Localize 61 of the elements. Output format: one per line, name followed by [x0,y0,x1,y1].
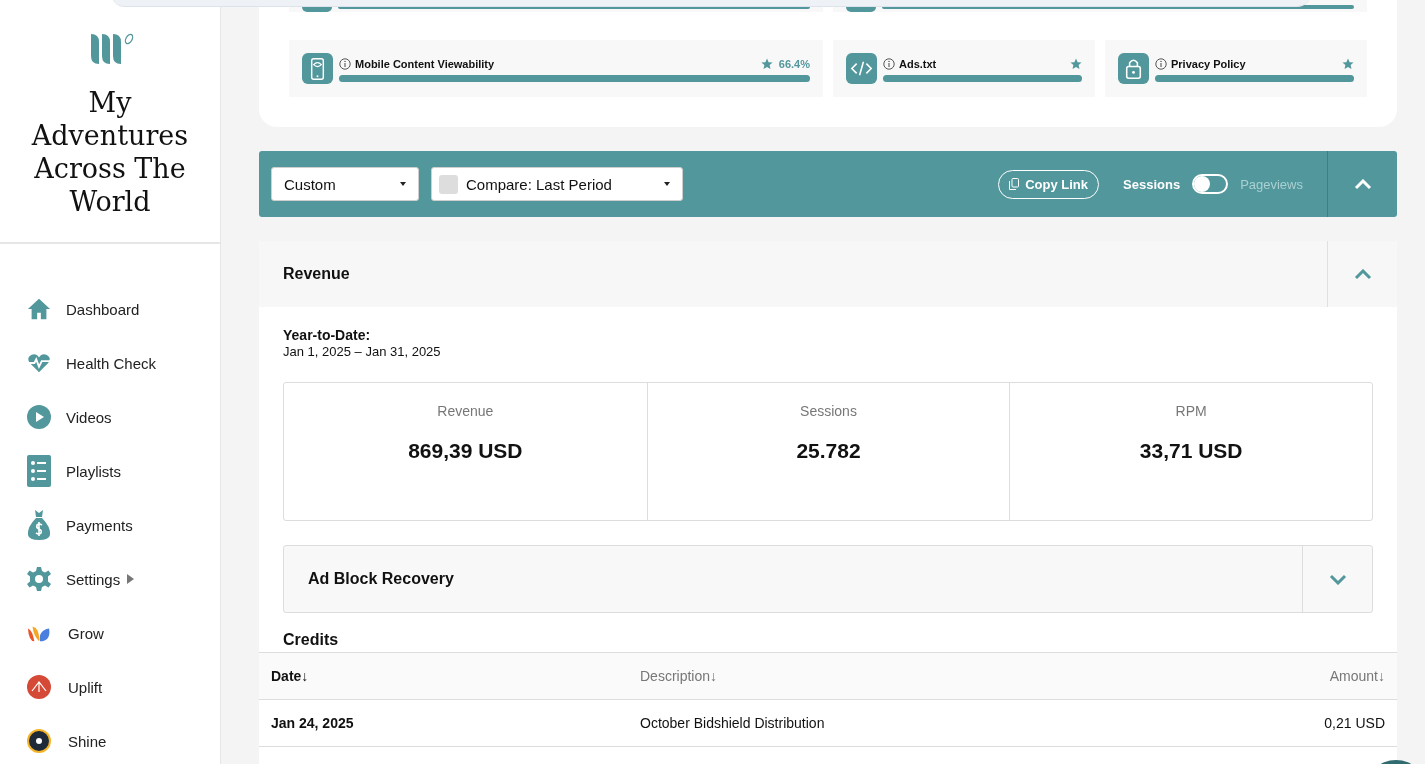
stat-value: 25.782 [796,439,861,463]
table-cell: October Bidshield Distribution [639,699,1183,747]
nav-item[interactable]: Settings [0,552,220,606]
compare-dropdown[interactable]: Compare: Last Period [431,167,683,201]
uplift-icon [27,675,51,699]
table-cell: 0,21 USD [1182,699,1397,747]
star-icon [1342,57,1354,70]
checklist-icon [27,455,51,487]
check-label: Privacy Policy [1171,57,1246,70]
stat-label: RPM [1175,403,1207,419]
info-icon[interactable] [883,57,895,70]
stat-label: Revenue [437,403,494,419]
nav-item[interactable]: Playlists [0,444,220,498]
panel-title: Ad Block Recovery [307,570,455,588]
site-title: My Adventures Across The World [30,86,190,218]
stat-value: 33,71 USD [1139,439,1243,463]
nav-item[interactable]: Videos [0,390,220,444]
lock-icon [1118,53,1149,84]
caret-icon [664,182,670,186]
info-icon[interactable] [339,57,351,70]
heartbeat-icon [27,351,51,375]
home-icon [27,297,51,321]
panel-title: Revenue [282,265,351,283]
period-label: Year-to-Date: [283,327,372,343]
play-icon [27,405,51,429]
caret-icon [127,574,135,584]
stat-label: Sessions [800,403,857,419]
section-title: Credits [283,631,340,650]
caret-icon [400,182,406,186]
star-icon [1070,57,1082,70]
nav-item[interactable]: Dashboard [0,282,220,336]
score-value: 66.4% [778,57,810,70]
shine-icon [27,729,51,753]
toggle-label: Pageviews [1240,176,1303,192]
nav-item[interactable]: Health Check [0,336,220,390]
nav-item[interactable]: Grow [0,606,220,660]
column-header[interactable]: Description↓ [639,652,1183,700]
money-bag-icon [27,509,51,541]
info-icon[interactable] [1155,57,1167,70]
metric-toggle[interactable] [1192,174,1229,194]
settings-icon [27,567,51,591]
chevron-up-icon [1353,178,1372,190]
nav-item[interactable]: Payments [0,498,220,552]
star-icon [760,57,773,70]
check-label: Ads.txt [899,57,937,70]
nav-item[interactable]: Uplift [0,660,220,714]
stat-value: 869,39 USD [408,439,523,463]
code-icon [846,53,877,84]
color-swatch [439,174,458,194]
period-dates: Jan 1, 2025 – Jan 31, 2025 [283,344,442,359]
nav-item[interactable]: Shine [0,714,220,764]
column-header[interactable]: Amount↓ [1182,652,1397,700]
copy-icon [1009,178,1020,190]
chevron-down-icon [1328,573,1347,585]
range-dropdown[interactable]: Custom [271,167,419,201]
chevron-up-icon [1353,268,1372,280]
column-header[interactable]: Date↓ [259,652,639,700]
phone-eye-icon [302,53,333,84]
table-cell: Jan 24, 2025 [259,699,639,747]
check-label: Mobile Content Viewability [355,57,495,70]
toggle-label: Sessions [1123,176,1181,192]
